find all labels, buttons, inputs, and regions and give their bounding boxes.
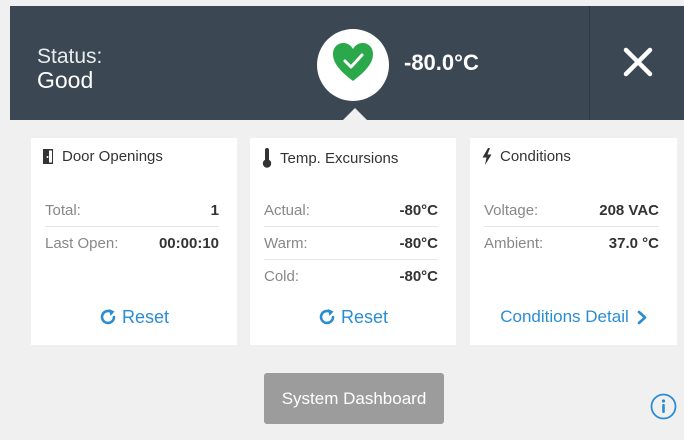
info-icon[interactable] xyxy=(650,393,677,420)
conditions-title: Conditions xyxy=(482,148,571,165)
system-dashboard-button[interactable]: System Dashboard xyxy=(264,373,444,424)
door-last-open-row: Last Open: 00:00:10 xyxy=(45,227,219,260)
app-screen: Status: Good -80.0°C Door Openings Total… xyxy=(0,0,684,440)
conditions-detail-label: Conditions Detail xyxy=(500,307,629,326)
status-indicator xyxy=(317,29,389,101)
close-icon xyxy=(623,47,653,77)
row-value: 208 VAC xyxy=(599,201,659,219)
row-label: Warm: xyxy=(264,234,308,252)
lightning-icon xyxy=(482,148,492,165)
status-header: Status: Good -80.0°C xyxy=(10,6,684,120)
row-label: Total: xyxy=(45,201,81,219)
refresh-icon xyxy=(100,309,116,325)
status-value: Good xyxy=(37,67,94,93)
card-title-text: Door Openings xyxy=(62,148,163,165)
chevron-right-icon xyxy=(637,310,647,324)
row-label: Cold: xyxy=(264,268,300,285)
door-openings-title: Door Openings xyxy=(43,148,163,165)
row-label: Last Open: xyxy=(45,235,119,252)
status-block: Status: Good xyxy=(37,45,103,93)
row-value: 37.0 °C xyxy=(608,235,659,252)
temperature-reading: -80.0°C xyxy=(404,50,479,75)
thermometer-icon xyxy=(262,148,272,168)
ambient-row: Ambient: 37.0 °C xyxy=(484,227,659,260)
row-value: -80°C xyxy=(399,234,438,252)
temp-excursions-title: Temp. Excursions xyxy=(262,148,398,168)
status-label: Status: xyxy=(37,45,103,68)
card-title-text: Temp. Excursions xyxy=(280,149,399,167)
door-reset-button[interactable]: Reset xyxy=(31,304,237,330)
door-openings-card: Door Openings Total: 1 Last Open: 00:00:… xyxy=(31,138,237,345)
temp-cold-row: Cold: -80°C xyxy=(264,260,438,293)
conditions-detail-link[interactable]: Conditions Detail xyxy=(470,304,677,330)
door-icon xyxy=(43,149,53,164)
temp-actual-row: Actual: -80°C xyxy=(264,194,438,227)
card-title-text: Conditions xyxy=(500,148,571,165)
heart-check-icon xyxy=(333,43,373,81)
row-label: Voltage: xyxy=(484,201,539,219)
row-value: 00:00:10 xyxy=(158,235,219,252)
refresh-icon xyxy=(319,309,335,325)
indicator-pointer xyxy=(343,108,367,120)
row-value: -80°C xyxy=(399,201,438,219)
row-label: Actual: xyxy=(264,201,310,219)
temp-reset-button[interactable]: Reset xyxy=(250,304,456,330)
temp-excursions-card: Temp. Excursions Actual: -80°C Warm: -80… xyxy=(250,138,456,345)
reset-label: Reset xyxy=(340,306,389,327)
temp-warm-row: Warm: -80°C xyxy=(264,227,438,260)
row-label: Ambient: xyxy=(484,235,544,252)
close-button[interactable] xyxy=(590,6,684,120)
reset-label: Reset xyxy=(121,306,170,327)
row-value: 1 xyxy=(210,201,219,219)
row-value: -80°C xyxy=(399,268,438,285)
door-total-row: Total: 1 xyxy=(45,194,219,227)
voltage-row: Voltage: 208 VAC xyxy=(484,194,659,227)
conditions-card: Conditions Voltage: 208 VAC Ambient: 37.… xyxy=(470,138,677,345)
